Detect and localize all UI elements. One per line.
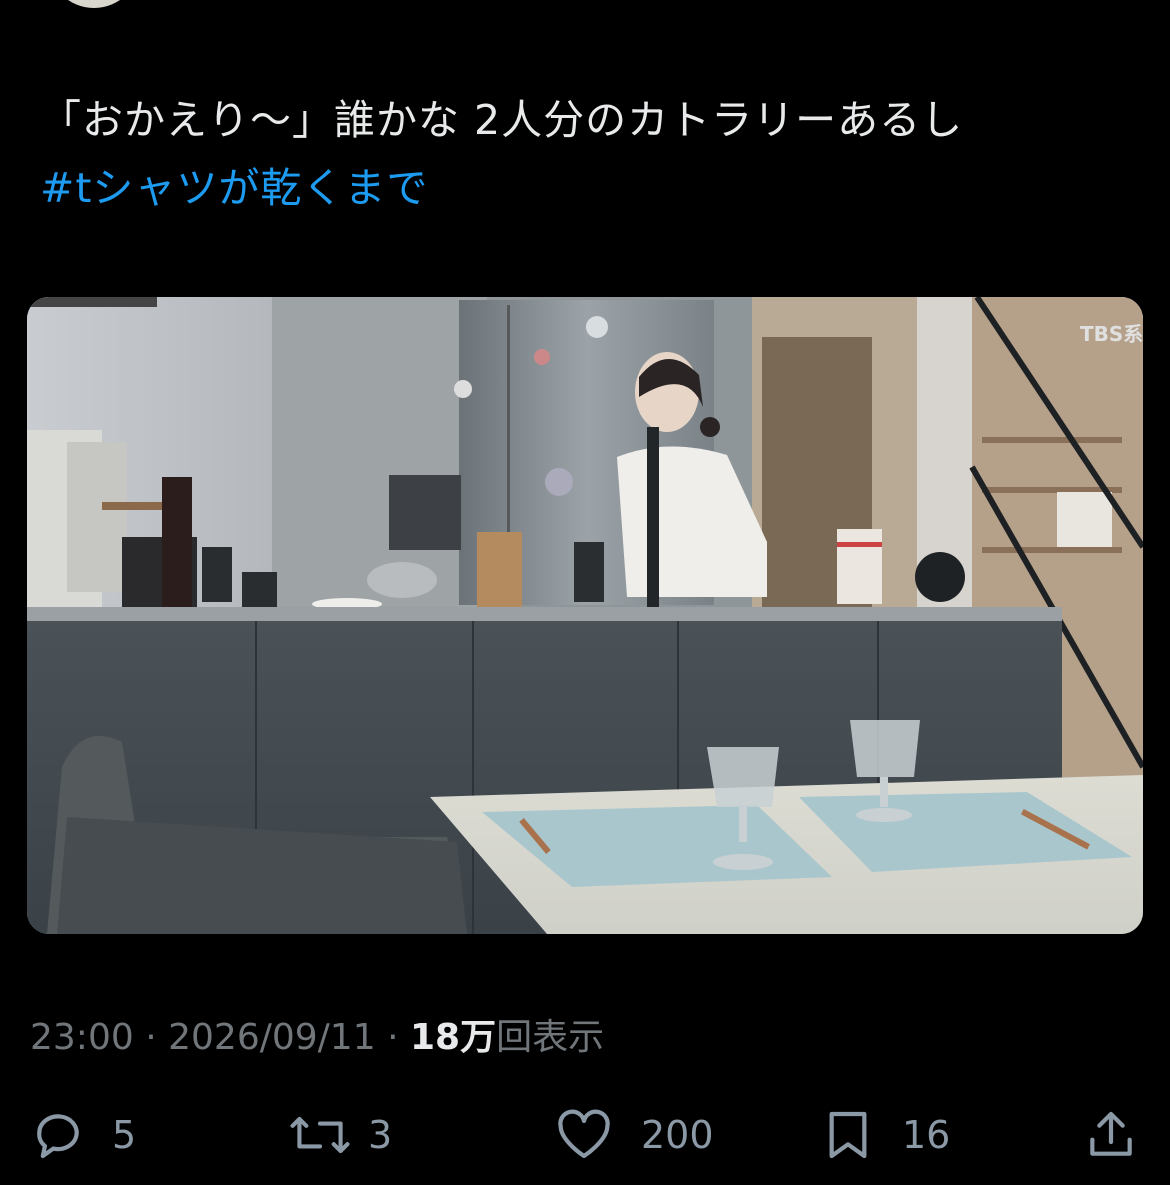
like-icon [558,1109,610,1159]
tweet-date[interactable]: 2026/09/11 [168,1017,376,1058]
bookmark-button[interactable]: 16 [820,1100,950,1170]
like-count: 200 [641,1113,714,1157]
views-count: 18万 [409,1017,497,1058]
tweet-meta: 23:00 · 2026/09/11 · 18万回表示 [30,1008,604,1060]
retweet-count: 3 [368,1113,393,1157]
bookmark-count: 16 [902,1113,951,1157]
author-avatar[interactable] [48,0,140,8]
like-button[interactable]: 200 [553,1100,714,1170]
action-bar: 5 3 200 16 [0,1100,1170,1170]
tweet-time[interactable]: 23:00 [30,1017,134,1058]
tweet-media-image[interactable]: TBS系 [27,297,1143,934]
share-icon [1090,1111,1132,1156]
reply-icon [37,1114,79,1159]
reply-count: 5 [112,1113,137,1157]
meta-separator: · [145,1017,157,1058]
tweet-text: 「おかえり〜」誰かな 2人分のカトラリーあるし #tシャツが乾くまで [40,86,1130,222]
bookmark-icon [829,1111,867,1159]
retweet-icon [290,1116,350,1154]
views-label: 回表示 [496,1017,605,1058]
share-button[interactable] [1083,1100,1139,1170]
kitchen-photo: TBS系 [27,297,1143,934]
retweet-button[interactable]: 3 [288,1100,392,1170]
meta-separator: · [387,1017,399,1058]
tweet-text-line: 「おかえり〜」誰かな 2人分のカトラリーあるし [40,96,964,144]
tv-watermark: TBS系 [1080,322,1143,346]
reply-button[interactable]: 5 [30,1100,136,1170]
hashtag-link[interactable]: #tシャツが乾くまで [40,154,1130,222]
